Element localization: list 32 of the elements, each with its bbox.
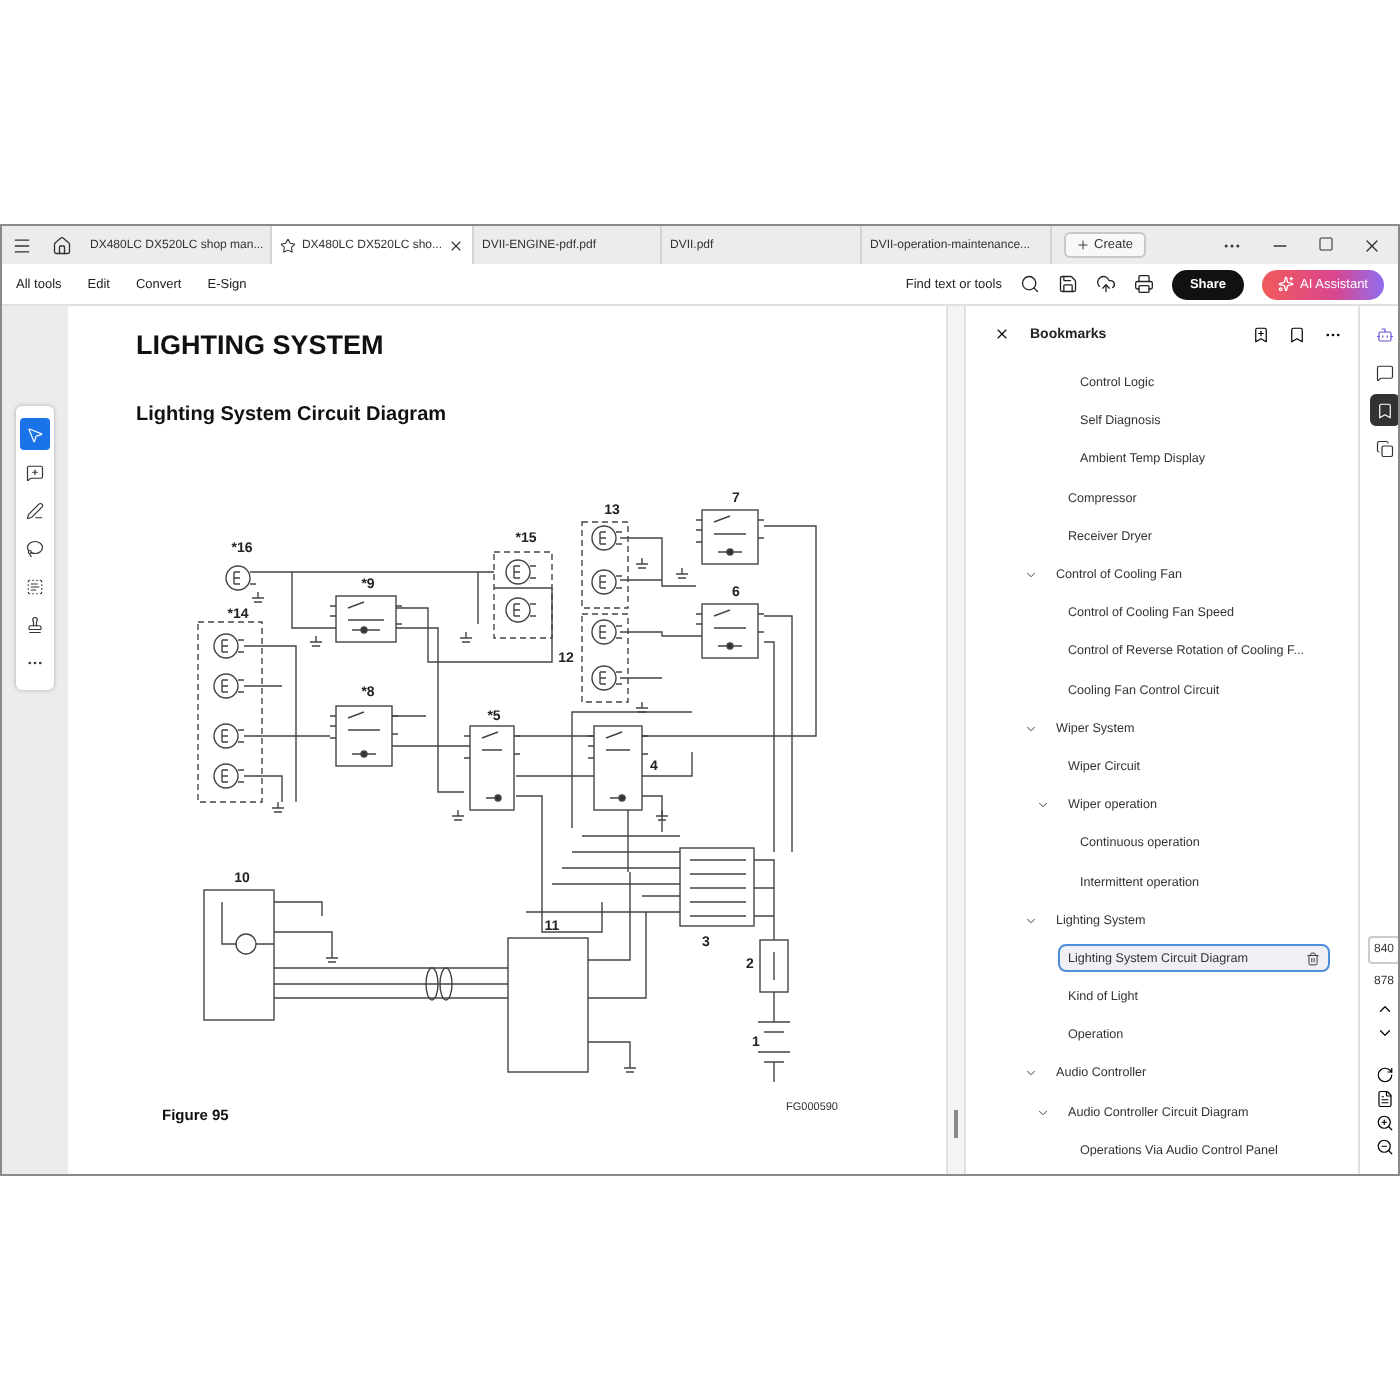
plus-icon[interactable] <box>1076 238 1090 252</box>
zoom-in-icon[interactable] <box>1375 1114 1393 1132</box>
next-page-icon[interactable] <box>1375 1024 1393 1042</box>
home-icon[interactable] <box>52 235 72 255</box>
search-icon[interactable] <box>1019 274 1040 294</box>
chevron-down-icon[interactable] <box>1024 1066 1038 1081</box>
rotate-icon[interactable] <box>1375 1066 1393 1084</box>
bookmark-icon[interactable] <box>1288 325 1306 343</box>
chevron-down-icon[interactable] <box>1024 721 1038 736</box>
trash-icon[interactable] <box>1306 951 1320 966</box>
add-bookmark-icon[interactable] <box>1252 325 1270 343</box>
zoom-out-icon[interactable] <box>1375 1138 1393 1156</box>
close-panel-icon[interactable] <box>994 326 1010 342</box>
section-heading: Lighting System Circuit Diagram <box>136 404 449 426</box>
page-title: LIGHTING SYSTEM <box>136 330 386 360</box>
bookmark-icon[interactable] <box>1369 394 1398 426</box>
chevron-down-icon[interactable] <box>1024 567 1038 582</box>
close-tab-icon[interactable] <box>448 237 464 253</box>
menu-icon[interactable] <box>12 235 32 255</box>
star-icon[interactable] <box>280 237 296 253</box>
save-icon[interactable] <box>1057 274 1078 294</box>
maximize-icon[interactable] <box>1318 235 1334 251</box>
chevron-down-icon[interactable] <box>1024 913 1038 928</box>
sparkle-icon <box>1278 276 1295 292</box>
scrollbar[interactable] <box>946 306 964 1174</box>
previous-page-icon[interactable] <box>1375 1000 1393 1018</box>
upload-icon[interactable] <box>1095 274 1116 294</box>
print-icon[interactable] <box>1133 274 1154 294</box>
chevron-down-icon[interactable] <box>1036 1105 1050 1120</box>
document-icon[interactable] <box>1375 1090 1393 1108</box>
chevron-down-icon[interactable] <box>1036 798 1050 813</box>
close-icon[interactable] <box>1362 235 1382 255</box>
